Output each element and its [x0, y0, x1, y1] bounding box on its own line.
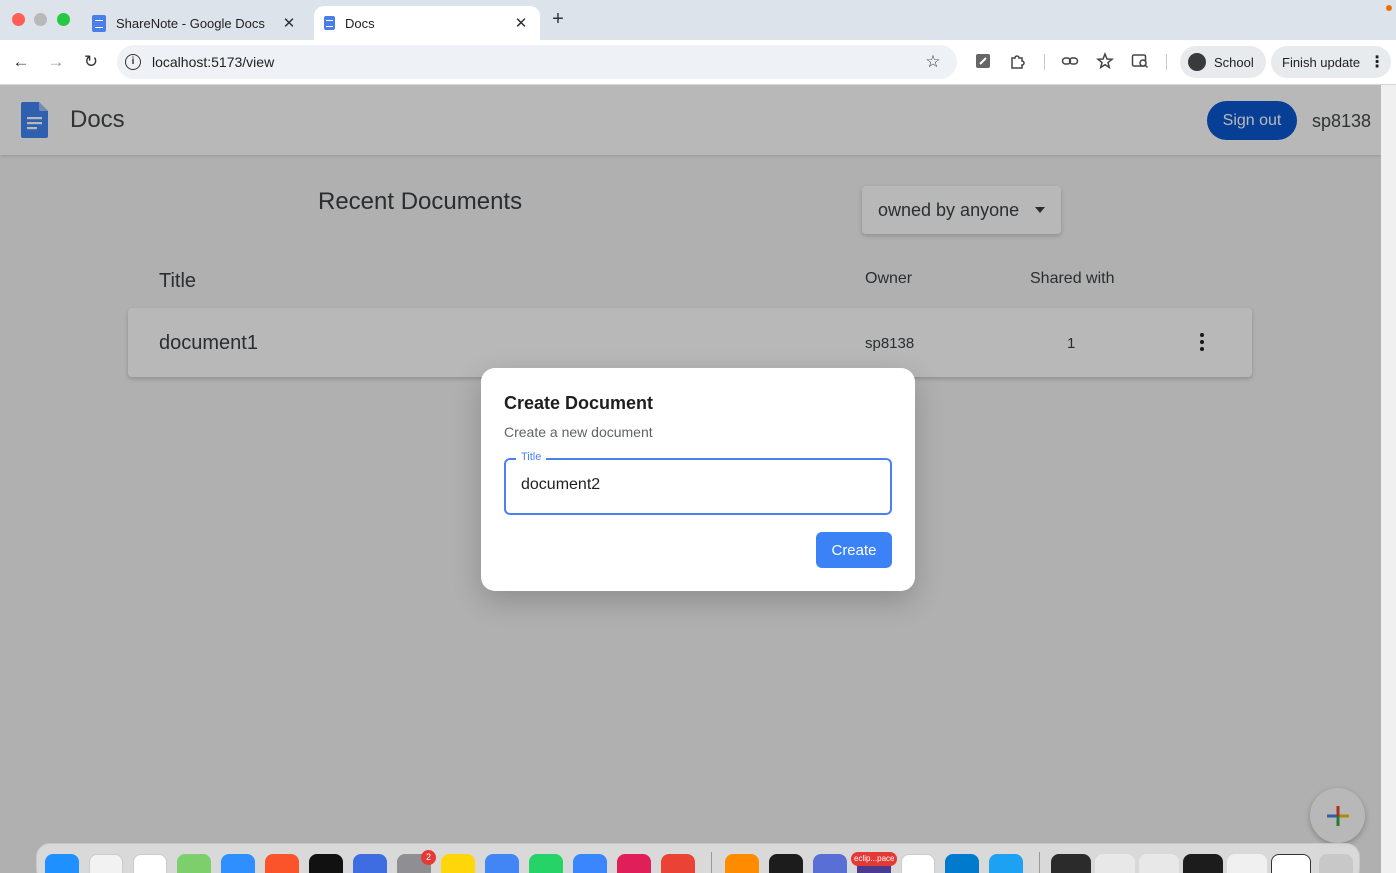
photos-icon[interactable] — [177, 854, 211, 873]
eclipse-workspace-label: eclip...pace — [851, 852, 898, 866]
address-bar[interactable]: i localhost:5173/view ☆ — [117, 45, 957, 79]
window-close-button[interactable] — [12, 13, 25, 26]
brave-icon[interactable] — [265, 854, 299, 873]
window-thumbnail[interactable] — [1095, 854, 1135, 873]
profile-avatar — [1188, 53, 1206, 71]
title-input[interactable] — [521, 476, 871, 494]
app-icon[interactable] — [813, 854, 847, 873]
app-viewport: Docs Sign out sp8138 Recent Documents ow… — [0, 85, 1381, 873]
extension-notes-icon[interactable] — [973, 52, 993, 72]
finder-icon[interactable] — [45, 854, 79, 873]
back-arrow-icon[interactable]: ← — [11, 52, 31, 72]
title-field[interactable]: Title — [504, 451, 892, 515]
dock-divider — [1039, 852, 1040, 873]
extensions-puzzle-icon[interactable] — [1008, 52, 1028, 72]
window-zoom-button[interactable] — [57, 13, 70, 26]
window-thumbnail[interactable] — [1139, 854, 1179, 873]
profile-button[interactable]: School — [1180, 46, 1266, 78]
app-icon[interactable] — [901, 854, 935, 873]
site-info-icon[interactable]: i — [125, 54, 141, 70]
finish-update-button[interactable]: Finish update ⋮ — [1271, 46, 1391, 78]
launchpad-icon[interactable] — [89, 854, 123, 873]
browser-tab-bar: ShareNote - Google Docs ✕ Docs ✕ + — [0, 0, 1396, 40]
google-docs-favicon-icon — [324, 16, 335, 30]
browser-toolbar: ← → ↻ i localhost:5173/view ☆ School Fin… — [0, 40, 1396, 85]
dialog-title: Create Document — [504, 393, 654, 413]
tab-close-icon[interactable]: ✕ — [280, 14, 298, 32]
tab-search-icon[interactable] — [1130, 52, 1150, 72]
chrome-canary-icon[interactable] — [661, 854, 695, 873]
app-icon[interactable] — [573, 854, 607, 873]
profile-label: School — [1214, 54, 1254, 70]
notification-badge: 2 — [421, 850, 436, 865]
window-thumbnail[interactable] — [1227, 854, 1267, 873]
window-thumbnail[interactable] — [1183, 854, 1223, 873]
browser-tab-docs[interactable]: Docs ✕ — [314, 6, 540, 40]
slack-icon[interactable] — [617, 854, 651, 873]
finish-update-label: Finish update — [1282, 54, 1361, 70]
reload-icon[interactable]: ↻ — [81, 52, 101, 72]
dialog-subtitle: Create a new document — [504, 424, 653, 440]
google-docs-favicon-icon — [92, 14, 106, 32]
tab-close-icon[interactable]: ✕ — [512, 14, 530, 32]
app-icon[interactable] — [353, 854, 387, 873]
terminal-icon[interactable] — [769, 854, 803, 873]
new-tab-button[interactable]: + — [548, 8, 568, 31]
notes-icon[interactable] — [441, 854, 475, 873]
calendar-icon[interactable] — [133, 854, 167, 873]
bookmark-star-icon[interactable]: ☆ — [923, 52, 943, 72]
tab-title: ShareNote - Google Docs — [116, 15, 265, 31]
browser-menu-icon[interactable]: ⋮ — [1369, 52, 1385, 72]
window-thumbnail[interactable] — [1271, 854, 1311, 873]
window-thumbnail[interactable] — [1051, 854, 1091, 873]
link-icon[interactable] — [1060, 52, 1080, 72]
dock-divider — [711, 852, 712, 873]
browser-tab-sharenote[interactable]: ShareNote - Google Docs ✕ — [82, 6, 308, 40]
title-field-label: Title — [516, 451, 547, 463]
window-minimize-button[interactable] — [34, 13, 47, 26]
app-icon[interactable] — [989, 854, 1023, 873]
toolbar-divider — [1166, 54, 1167, 70]
whatsapp-icon[interactable] — [529, 854, 563, 873]
trash-icon[interactable] — [1319, 854, 1353, 873]
bookmarks-star-icon[interactable] — [1095, 51, 1115, 72]
sublime-text-icon[interactable] — [725, 854, 759, 873]
vscode-icon[interactable] — [945, 854, 979, 873]
safari-icon[interactable] — [221, 854, 255, 873]
forward-arrow-icon[interactable]: → — [46, 52, 66, 72]
update-indicator-icon — [1386, 5, 1392, 11]
create-button[interactable]: Create — [816, 532, 892, 568]
tab-title: Docs — [345, 15, 375, 31]
address-url[interactable]: localhost:5173/view — [152, 54, 923, 70]
macos-dock: 2 eclip...pace — [36, 843, 1360, 873]
toolbar-divider — [1044, 54, 1045, 70]
chrome-icon[interactable] — [485, 854, 519, 873]
page-scrollbar[interactable] — [1381, 85, 1396, 873]
create-document-dialog: Create Document Create a new document Ti… — [481, 368, 915, 591]
app-icon[interactable] — [309, 854, 343, 873]
